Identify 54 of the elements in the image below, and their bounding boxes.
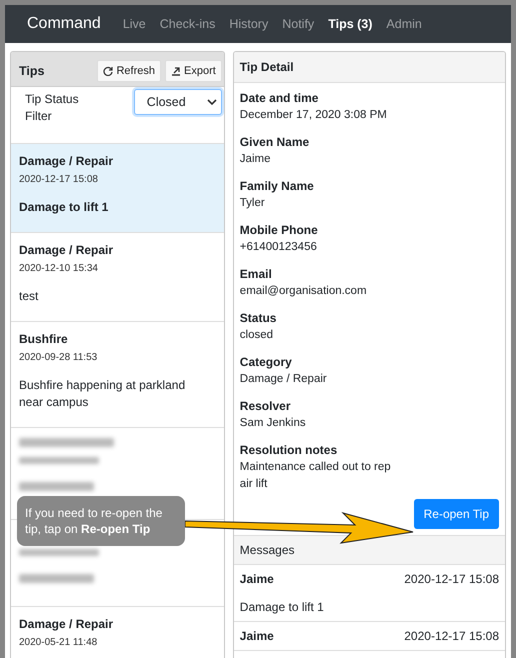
tip-category: Damage / Repair bbox=[19, 243, 114, 257]
chevron-icon bbox=[206, 98, 217, 106]
field-label: Mobile Phone bbox=[240, 223, 319, 237]
field-value: Sam Jenkins bbox=[240, 416, 307, 431]
tip-time: 2020-12-10 15:34 bbox=[19, 263, 99, 274]
panel-title: Tip Detail bbox=[234, 52, 505, 83]
tip-category: Damage / Repair bbox=[19, 154, 114, 168]
nav-link[interactable]: Live bbox=[122, 17, 146, 31]
message-author: Jaime bbox=[240, 572, 274, 586]
field-value: Maintenance called out to rep air lift bbox=[240, 460, 392, 492]
nav-link[interactable]: Tips (3) bbox=[328, 17, 372, 31]
refresh-button[interactable]: Refresh bbox=[97, 60, 161, 82]
field-label: Resolution notes bbox=[240, 443, 338, 457]
message-time: 2020-12-17 15:08 bbox=[404, 572, 499, 586]
field-value: +61400123456 bbox=[240, 240, 318, 255]
field-label: Status bbox=[240, 311, 278, 325]
field-label: Date and time bbox=[240, 91, 320, 105]
field-value: closed bbox=[240, 328, 274, 343]
export-button[interactable]: Export bbox=[165, 60, 222, 82]
tip-time: 2020-05-21 11:48 bbox=[19, 637, 98, 648]
tip-summary: Damage to lift 1 bbox=[19, 199, 110, 216]
nav-link[interactable]: Notify bbox=[282, 17, 314, 31]
brand[interactable]: Command bbox=[27, 15, 101, 33]
message-text: Damage to lift 1 bbox=[240, 600, 325, 614]
tip-summary: test bbox=[19, 288, 40, 305]
message-time: 2020-12-17 15:08 bbox=[404, 629, 499, 643]
panel-title: Tips bbox=[19, 64, 44, 78]
field-value: Tyler bbox=[240, 196, 266, 211]
reopen-button[interactable]: Re-open Tip bbox=[414, 499, 499, 529]
nav-link[interactable]: Check-ins bbox=[160, 17, 216, 31]
field-label: Family Name bbox=[240, 179, 315, 193]
tip-list-item[interactable]: Damage / Repair 2020-12-17 15:08 Damage to lift 1 bbox=[11, 144, 224, 233]
filter-label: Tip Status Filter bbox=[25, 91, 80, 125]
field-value: Damage / Repair bbox=[240, 372, 328, 387]
status-select[interactable]: Closed bbox=[134, 89, 222, 115]
field-value: December 17, 2020 3:08 PM bbox=[240, 108, 388, 123]
nav-link[interactable]: Admin bbox=[386, 17, 422, 31]
message-author: Jaime bbox=[240, 629, 274, 643]
instruction-tooltip: If you need to re-open the tip, tap on Re-open Tip bbox=[17, 496, 185, 546]
field-label: Given Name bbox=[240, 135, 310, 149]
field-value: Jaime bbox=[240, 152, 272, 167]
tip-time: 2020-09-28 11:53 bbox=[19, 352, 98, 363]
tip-time: 2020-12-17 15:08 bbox=[19, 174, 99, 185]
field-label: Email bbox=[240, 267, 273, 281]
tip-summary: Bushfire happening at parkland near campus bbox=[19, 377, 186, 411]
nav-link[interactable]: History bbox=[229, 17, 268, 31]
field-label: Category bbox=[240, 355, 293, 369]
tip-category: Bushfire bbox=[19, 332, 69, 346]
tip-category: Damage / Repair bbox=[19, 617, 114, 631]
messages-header: Messages bbox=[234, 535, 505, 565]
export-icon bbox=[171, 66, 181, 76]
refresh-icon bbox=[103, 66, 114, 76]
field-value: email@organisation.com bbox=[240, 284, 368, 299]
field-label: Resolver bbox=[240, 399, 292, 413]
